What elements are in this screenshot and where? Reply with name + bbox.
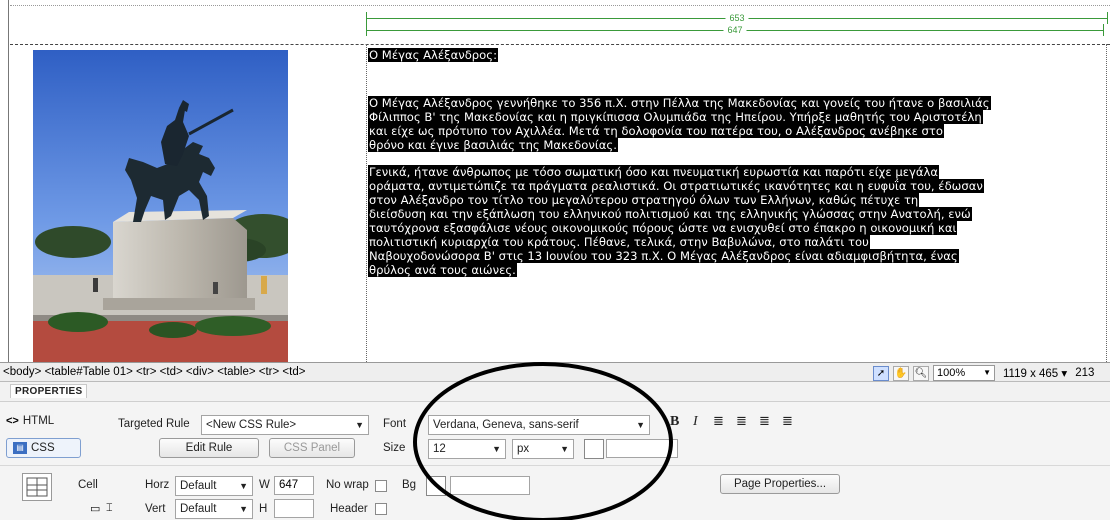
- merge-cells-icon[interactable]: ▭: [90, 502, 100, 515]
- targeted-rule-label: Targeted Rule: [118, 418, 190, 430]
- cell-width-label: 647: [723, 24, 747, 36]
- justify-icon[interactable]: ≣: [782, 414, 793, 429]
- chevron-down-icon: ▼: [355, 420, 364, 430]
- width-field[interactable]: 647: [274, 476, 314, 495]
- cell-border: [366, 44, 367, 362]
- bold-button[interactable]: B: [670, 414, 679, 430]
- bg-label: Bg: [402, 479, 417, 491]
- cell-width-indicator: 647: [366, 24, 1104, 36]
- css-mode-button[interactable]: ▤ CSS: [6, 438, 81, 458]
- properties-title[interactable]: PROPERTIES: [10, 384, 88, 398]
- split-cell-icon[interactable]: ⌶: [106, 502, 113, 515]
- align-right-icon[interactable]: ≣: [759, 414, 770, 429]
- size-select[interactable]: 12 ▼: [428, 439, 506, 459]
- italic-button[interactable]: I: [693, 414, 698, 430]
- table-width-indicator: 653: [366, 12, 1108, 24]
- horz-select[interactable]: Default ▼: [175, 476, 253, 496]
- photo-image: [33, 50, 288, 362]
- vert-select[interactable]: Default ▼: [175, 499, 253, 519]
- properties-panel: <> HTML ▤ CSS Targeted Rule <New CSS Rul…: [0, 402, 1110, 520]
- alexander-statue-photo[interactable]: [33, 50, 288, 362]
- chevron-down-icon: ▼: [239, 504, 248, 514]
- cell-icon: [22, 473, 52, 501]
- size-unit-select[interactable]: px ▼: [512, 439, 574, 459]
- tag-selector[interactable]: <body> <table#Table 01> <tr> <td> <div> …: [3, 366, 305, 378]
- paragraph-1: Ο Μέγας Αλέξανδρος γεννήθηκε το 356 π.Χ.…: [368, 96, 991, 152]
- article-text-cell[interactable]: Ο Μέγας Αλέξανδρος: Ο Μέγας Αλέξανδρος γ…: [368, 48, 1106, 277]
- download-size: 213: [1075, 367, 1095, 379]
- cell-label: Cell: [78, 479, 98, 491]
- page-properties-button[interactable]: Page Properties...: [720, 474, 840, 494]
- css-icon: ▤: [13, 442, 27, 454]
- header-checkbox[interactable]: [375, 503, 387, 515]
- bg-color-field[interactable]: [450, 476, 530, 495]
- paragraph-2: Γενικά, ήτανε άνθρωπος με τόσο σωματική …: [368, 165, 984, 277]
- article-heading: Ο Μέγας Αλέξανδρος:: [368, 48, 498, 62]
- properties-header: PROPERTIES: [0, 382, 1110, 402]
- select-tool-icon[interactable]: ➚: [873, 365, 889, 381]
- height-field[interactable]: [274, 499, 314, 518]
- size-label: Size: [383, 442, 406, 454]
- chevron-down-icon: ▼: [239, 481, 248, 491]
- nowrap-checkbox[interactable]: [375, 480, 387, 492]
- edit-rule-button[interactable]: Edit Rule: [159, 438, 259, 458]
- chevron-down-icon: ▼: [636, 420, 645, 430]
- html-mode-button[interactable]: <> HTML: [6, 415, 54, 427]
- chevron-down-icon: ▼: [560, 444, 569, 454]
- table-width-label: 653: [725, 12, 749, 24]
- hand-tool-icon[interactable]: ✋: [893, 365, 909, 381]
- code-brackets-icon: <>: [6, 415, 19, 427]
- status-tools: ➚ ✋ 🔍︎ 100% ▼ 1119 x 465 ▾ 213: [873, 365, 1094, 381]
- vert-label: Vert: [145, 503, 166, 515]
- design-view[interactable]: 653 647 Ο Μέγας Αλέξανδρος: Ο Μέγας Αλέξ…: [0, 0, 1110, 362]
- zoom-select[interactable]: 100% ▼: [933, 365, 995, 381]
- nowrap-label: No wrap: [326, 479, 369, 491]
- font-label: Font: [383, 418, 407, 430]
- zoom-tool-icon[interactable]: 🔍︎: [913, 365, 929, 381]
- status-bar: <body> <table#Table 01> <tr> <td> <div> …: [0, 362, 1110, 382]
- window-size[interactable]: 1119 x 465 ▾: [1003, 366, 1067, 380]
- align-center-icon[interactable]: ≣: [736, 414, 747, 429]
- cell-border-right: [1106, 44, 1107, 362]
- page-top-guide: [10, 5, 1110, 6]
- align-left-icon[interactable]: ≣: [713, 414, 724, 429]
- horz-label: Horz: [145, 479, 170, 491]
- targeted-rule-select[interactable]: <New CSS Rule> ▼: [201, 415, 369, 435]
- chevron-down-icon: ▼: [983, 368, 991, 377]
- header-label: Header: [330, 503, 368, 515]
- css-panel-button[interactable]: CSS Panel: [269, 438, 355, 458]
- bg-color-picker[interactable]: [426, 476, 446, 496]
- text-color-picker[interactable]: [584, 439, 604, 459]
- font-select[interactable]: Verdana, Geneva, sans-serif ▼: [428, 415, 650, 435]
- width-label: W: [259, 479, 270, 491]
- text-color-field[interactable]: [606, 439, 678, 458]
- height-label: H: [259, 503, 268, 515]
- chevron-down-icon: ▼: [492, 444, 501, 454]
